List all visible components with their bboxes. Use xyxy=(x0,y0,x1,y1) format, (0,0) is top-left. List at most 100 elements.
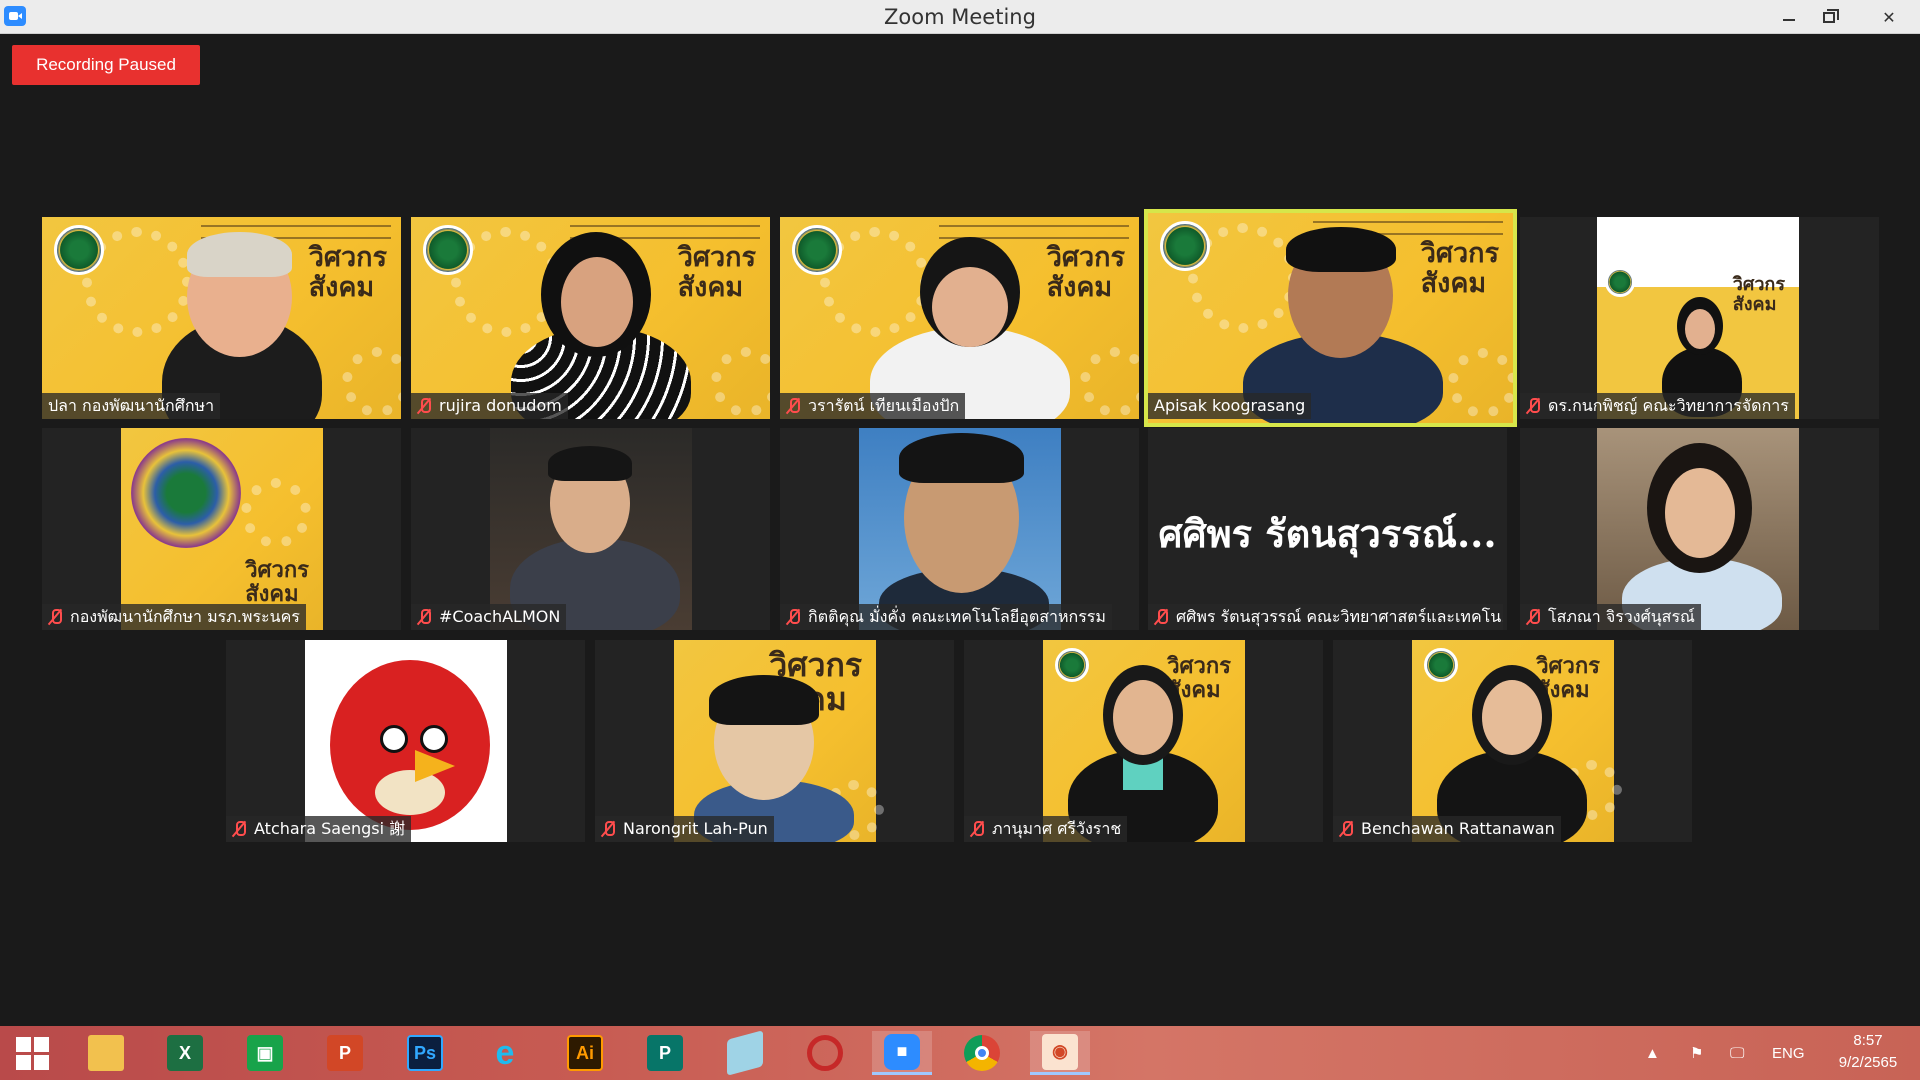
participant-tile[interactable]: วิศวกร สังคม Benchawan Rattanawan xyxy=(1333,640,1692,842)
muted-mic-icon xyxy=(786,608,800,626)
taskbar-chrome[interactable] xyxy=(952,1031,1012,1075)
minimize-icon xyxy=(1783,19,1795,21)
participant-video: วิศวกรสังคม xyxy=(121,428,323,630)
restore-icon xyxy=(1823,8,1839,23)
brand-text-line1: วิศวกร xyxy=(1732,274,1785,295)
brand-text-line2: สังคม xyxy=(1732,294,1777,315)
store-icon: ▣ xyxy=(247,1035,283,1071)
taskbar-store[interactable]: ▣ xyxy=(235,1031,295,1075)
participant-name-label: #CoachALMON xyxy=(411,604,567,630)
taskbar-file-explorer[interactable] xyxy=(76,1031,136,1075)
taskbar-paint[interactable]: ◉ xyxy=(1030,1031,1090,1075)
recording-paused-badge[interactable]: Recording Paused xyxy=(12,45,200,85)
participant-video: วิศวกรสังคม xyxy=(674,640,884,842)
muted-mic-icon xyxy=(970,820,984,838)
taskbar-powerpoint[interactable]: P xyxy=(315,1031,375,1075)
taskbar-photoshop[interactable]: Ps xyxy=(395,1031,455,1075)
brand-text-line2: สังคม xyxy=(1046,272,1113,303)
participant-name-label: วรารัตน์ เทียนเมืองปัก xyxy=(780,393,966,419)
photoscape-icon xyxy=(807,1035,843,1071)
participant-name-label: rujira donudom xyxy=(411,393,568,419)
muted-mic-icon xyxy=(601,820,615,838)
taskbar-illustrator[interactable]: Ai xyxy=(555,1031,615,1075)
participant-video: วิศวกรสังคม xyxy=(1148,213,1513,423)
window-title: Zoom Meeting xyxy=(884,5,1036,29)
muted-mic-icon xyxy=(1526,397,1540,415)
close-button[interactable]: ✕ xyxy=(1858,0,1920,34)
muted-mic-icon xyxy=(786,397,800,415)
folder-icon xyxy=(88,1035,124,1071)
participant-tile[interactable]: โสภณา จิรวงศ์นุสรณ์ xyxy=(1520,428,1879,630)
brand-text-line1: วิศวกร xyxy=(1046,242,1125,273)
brand-text-line1: วิศวกร xyxy=(677,242,756,273)
participant-tile[interactable]: วิศวกร สังคม rujira donudom xyxy=(411,217,770,419)
participant-display-name: ศศิพร รัตนสุวรรณ์... xyxy=(1158,511,1497,556)
participant-video xyxy=(490,428,692,630)
participant-tile[interactable]: วิศวกร สังคม กองพัฒนานักศึกษา มรภ.พระนคร xyxy=(42,428,401,630)
chrome-icon xyxy=(964,1035,1000,1071)
participant-tile[interactable]: วิศวกร สังคม ปลา กองพัฒนานักศึกษา xyxy=(42,217,401,419)
brand-text-line1: วิศวกร xyxy=(1536,653,1600,679)
windows-icon xyxy=(15,1036,49,1070)
muted-mic-icon xyxy=(417,397,431,415)
muted-mic-icon xyxy=(417,608,431,626)
participant-name-label: Atchara Saengsi 謝 xyxy=(226,816,412,842)
brand-text-line2: สังคม xyxy=(1420,268,1487,299)
tray-language[interactable]: ENG xyxy=(1772,1026,1805,1080)
start-button[interactable] xyxy=(2,1031,62,1075)
clock-time: 8:57 xyxy=(1853,1032,1883,1049)
muted-mic-icon xyxy=(1526,608,1540,626)
clock-date: 9/2/2565 xyxy=(1838,1054,1898,1071)
participant-name-label: โสภณา จิรวงศ์นุสรณ์ xyxy=(1520,604,1701,630)
participant-tile[interactable]: วิศวกร สังคม ภานุมาศ ศรีวังราช xyxy=(964,640,1323,842)
brand-text-line1: วิศวกร xyxy=(1420,238,1499,269)
participant-name-label: กิตติคุณ มั่งคั่ง คณะเทคโนโลยีอุตสาหกรรม xyxy=(780,604,1112,630)
participant-name-label: ปลา กองพัฒนานักศึกษา xyxy=(42,393,221,419)
participant-tile[interactable]: วิศวกร สังคม วรารัตน์ เทียนเมืองปัก xyxy=(780,217,1139,419)
participant-tile[interactable]: ศศิพร รัตนสุวรรณ์... ศศิพร รัตนสุวรรณ์ ค… xyxy=(1148,428,1507,630)
participant-name-label: Narongrit Lah-Pun xyxy=(595,816,774,842)
participant-tile[interactable]: กิตติคุณ มั่งคั่ง คณะเทคโนโลยีอุตสาหกรรม xyxy=(780,428,1139,630)
taskbar-excel[interactable]: X xyxy=(155,1031,215,1075)
taskbar-notepad[interactable] xyxy=(715,1030,775,1076)
taskbar-internet-explorer[interactable]: e xyxy=(475,1031,535,1075)
participant-tile[interactable]: วิศวกรสังคม Narongrit Lah-Pun xyxy=(595,640,954,842)
excel-icon: X xyxy=(167,1035,203,1071)
tray-flag[interactable]: ⚑ xyxy=(1690,1026,1703,1080)
participant-name-label: Apisak koograsang xyxy=(1148,393,1312,419)
muted-mic-icon xyxy=(1339,820,1353,838)
participant-name-label: ภานุมาศ ศรีวังราช xyxy=(964,816,1128,842)
restore-button[interactable] xyxy=(1806,0,1852,34)
participant-name-label: กองพัฒนานักศึกษา มรภ.พระนคร xyxy=(42,604,306,630)
muted-mic-icon xyxy=(232,820,246,838)
participant-name-label: ศศิพร รัตนสุวรรณ์ คณะวิทยาศาสตร์และเทคโน… xyxy=(1148,604,1503,630)
brand-text-line2: สังคม xyxy=(308,272,375,303)
participant-video: วิศวกรสังคม xyxy=(1412,640,1622,842)
tray-overflow-button[interactable]: ▲ xyxy=(1645,1026,1660,1080)
brand-text-line1: วิศวกร xyxy=(308,242,387,273)
notepad-icon xyxy=(727,1030,763,1076)
taskbar: X ▣ P Ps e Ai P ■ ◉ ▲ ⚑ 🖵 ENG 8:57 9/2/2… xyxy=(0,1026,1920,1080)
brand-text-line1: วิศวกร xyxy=(1167,653,1231,679)
taskbar-publisher[interactable]: P xyxy=(635,1031,695,1075)
brand-text-line2: สังคม xyxy=(677,272,744,303)
participant-name-label: Benchawan Rattanawan xyxy=(1333,816,1561,842)
tray-network[interactable]: 🖵 xyxy=(1730,1026,1744,1080)
taskbar-zoom[interactable]: ■ xyxy=(872,1031,932,1075)
participant-video: วิศวกรสังคม xyxy=(1043,640,1245,842)
participant-video xyxy=(1597,428,1799,630)
participant-video: วิศวกรสังคม xyxy=(42,217,401,419)
title-bar: Zoom Meeting ✕ xyxy=(0,0,1920,34)
participant-tile[interactable]: #CoachALMON xyxy=(411,428,770,630)
taskbar-photoscape[interactable] xyxy=(795,1031,855,1075)
participant-tile-active-speaker[interactable]: วิศวกร สังคม Apisak koograsang xyxy=(1144,209,1517,427)
action-center-flag-icon: ⚑ xyxy=(1690,1045,1704,1062)
brand-text-line1: วิศวกร xyxy=(245,557,309,583)
powerpoint-icon: P xyxy=(327,1035,363,1071)
participant-tile[interactable]: วิศวกร สังคม ดร.กนกพิชญ์ คณะวิทยาการจัดกา… xyxy=(1520,217,1879,419)
taskbar-clock[interactable]: 8:57 9/2/2565 xyxy=(1822,1030,1914,1074)
participant-video: วิศวกรสังคม xyxy=(780,217,1139,419)
participant-tile[interactable]: Atchara Saengsi 謝 xyxy=(226,640,585,842)
participant-video xyxy=(859,428,1061,630)
network-icon: 🖵 xyxy=(1730,1044,1745,1062)
